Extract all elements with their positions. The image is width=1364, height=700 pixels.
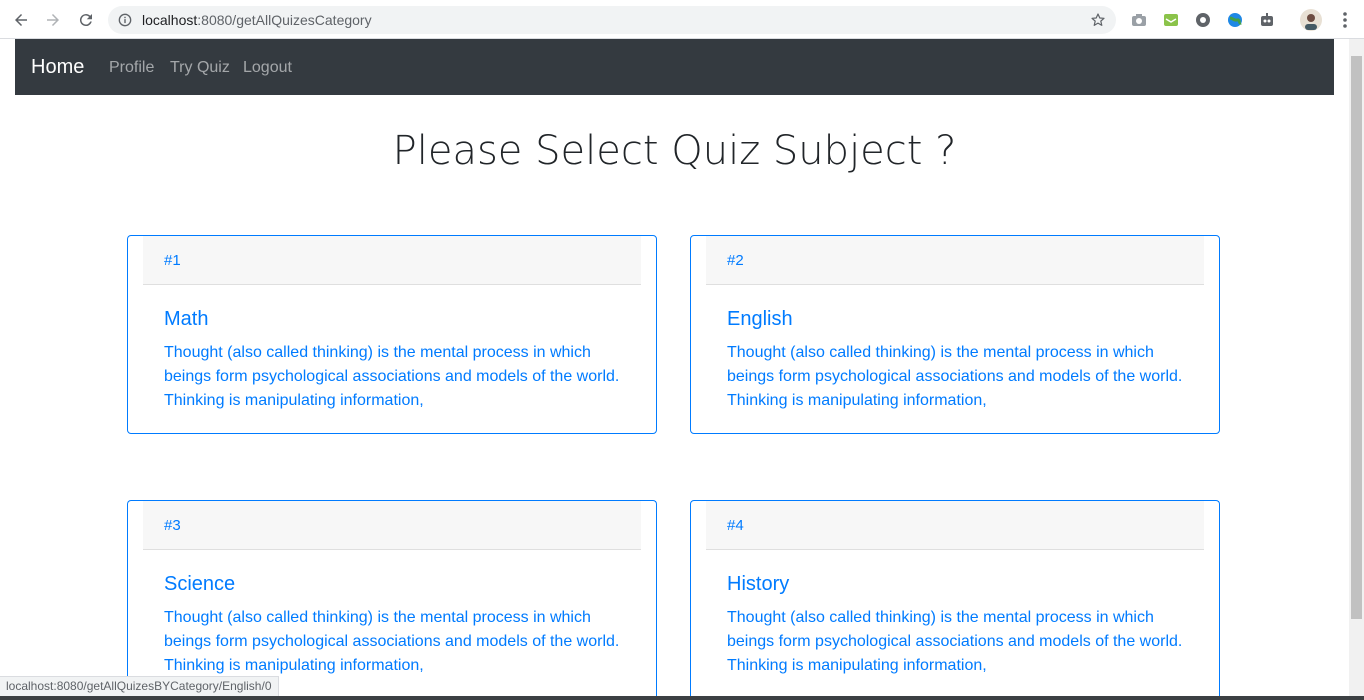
page-scrollbar[interactable] [1349,39,1364,700]
robot-icon[interactable] [1258,11,1276,29]
card-header: #3 [143,501,641,550]
card-number: #3 [164,517,181,534]
card-header: #1 [143,236,641,285]
home-brand-link[interactable]: Home [31,56,84,79]
card-title[interactable]: Math [164,308,208,331]
address-bar[interactable]: localhost:8080/getAllQuizesCategory [108,6,1116,34]
star-icon[interactable] [1090,12,1106,28]
window-bottom-edge [0,696,1364,700]
top-navbar: Home Profile Try Quiz Logout [15,39,1334,95]
card-description: Thought (also called thinking) is the me… [727,609,1183,674]
quiz-card-math[interactable]: #1 Math Thought (also called thinking) i… [127,235,657,434]
nav-link-try-quiz[interactable]: Try Quiz [170,59,230,77]
card-number: #1 [164,252,181,269]
page-title: Please Select Quiz Subject ? [392,128,957,174]
card-number: #4 [727,517,744,534]
nav-link-profile[interactable]: Profile [109,59,154,77]
quiz-card-history[interactable]: #4 History Thought (also called thinking… [690,500,1220,700]
quiz-card-english[interactable]: #2 English Thought (also called thinking… [690,235,1220,434]
inbox-extension-icon[interactable] [1162,11,1180,29]
info-icon[interactable] [118,13,132,27]
card-description: Thought (also called thinking) is the me… [727,344,1183,409]
card-description: Thought (also called thinking) is the me… [164,344,620,409]
card-header: #2 [706,236,1204,285]
card-number: #2 [727,252,744,269]
quiz-card-science[interactable]: #3 Science Thought (also called thinking… [127,500,657,700]
browser-toolbar: localhost:8080/getAllQuizesCategory [0,0,1364,39]
card-header: #4 [706,501,1204,550]
scrollbar-thumb[interactable] [1351,56,1362,619]
url-host: localhost [142,12,198,28]
card-title[interactable]: English [727,308,793,331]
camera-icon[interactable] [1130,11,1148,29]
globe-extension-icon[interactable] [1226,11,1244,29]
url-text[interactable]: localhost:8080/getAllQuizesCategory [142,12,372,28]
status-url-bar: localhost:8080/getAllQuizesBYCategory/En… [0,676,279,696]
extension-icon[interactable] [1194,11,1212,29]
url-path: :8080/getAllQuizesCategory [197,12,372,28]
forward-arrow-icon[interactable] [41,8,65,32]
reload-icon[interactable] [74,8,98,32]
kebab-menu-icon[interactable] [1336,11,1354,29]
card-title[interactable]: History [727,573,789,596]
card-title[interactable]: Science [164,573,235,596]
nav-link-logout[interactable]: Logout [243,59,292,77]
back-arrow-icon[interactable] [9,8,33,32]
card-description: Thought (also called thinking) is the me… [164,609,620,674]
avatar[interactable] [1300,9,1322,31]
